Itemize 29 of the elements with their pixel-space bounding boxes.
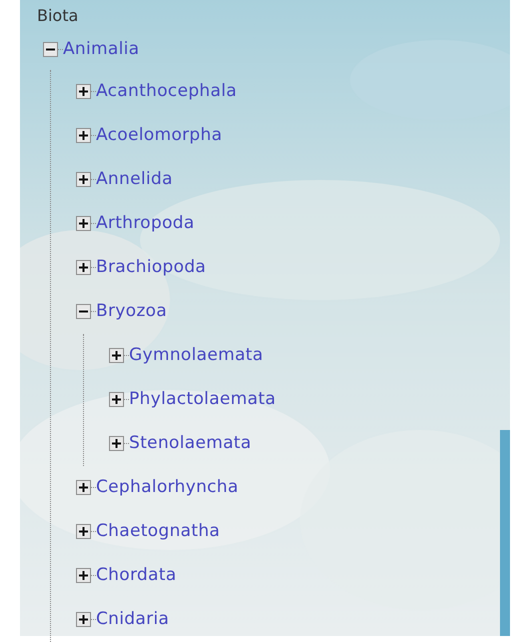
tree-node-link[interactable]: Bryozoa bbox=[96, 298, 167, 324]
expand-icon[interactable] bbox=[109, 436, 124, 451]
tree-node-link[interactable]: Arthropoda bbox=[96, 210, 194, 236]
tree-node-link[interactable]: Cephalorhyncha bbox=[96, 474, 238, 500]
collapse-icon[interactable] bbox=[43, 42, 58, 57]
expand-icon[interactable] bbox=[76, 216, 91, 231]
tree-node-link[interactable]: Gymnolaemata bbox=[129, 342, 264, 368]
tree-node-link[interactable]: Stenolaemata bbox=[129, 430, 252, 456]
tree-node-link[interactable]: Annelida bbox=[96, 166, 173, 192]
collapse-icon[interactable] bbox=[76, 304, 91, 319]
expand-icon[interactable] bbox=[76, 128, 91, 143]
expand-icon[interactable] bbox=[76, 524, 91, 539]
expand-icon[interactable] bbox=[109, 348, 124, 363]
expand-icon[interactable] bbox=[76, 260, 91, 275]
tree-node-link[interactable]: Acanthocephala bbox=[96, 78, 237, 104]
expand-icon[interactable] bbox=[76, 84, 91, 99]
expand-icon[interactable] bbox=[109, 392, 124, 407]
expand-icon[interactable] bbox=[76, 568, 91, 583]
tree-node-link[interactable]: Chordata bbox=[96, 562, 176, 588]
tree-node-link[interactable]: Acoelomorpha bbox=[96, 122, 222, 148]
tree-node-link[interactable]: Phylactolaemata bbox=[129, 386, 276, 412]
tree-root-label: Biota bbox=[37, 6, 78, 26]
tree-node-link[interactable]: Chaetognatha bbox=[96, 518, 220, 544]
expand-icon[interactable] bbox=[76, 172, 91, 187]
expand-icon[interactable] bbox=[76, 480, 91, 495]
tree-node-link[interactable]: Animalia bbox=[63, 36, 140, 62]
expand-icon[interactable] bbox=[76, 612, 91, 627]
tree-node-link[interactable]: Brachiopoda bbox=[96, 254, 206, 280]
tree-node-link[interactable]: Cnidaria bbox=[96, 606, 170, 632]
